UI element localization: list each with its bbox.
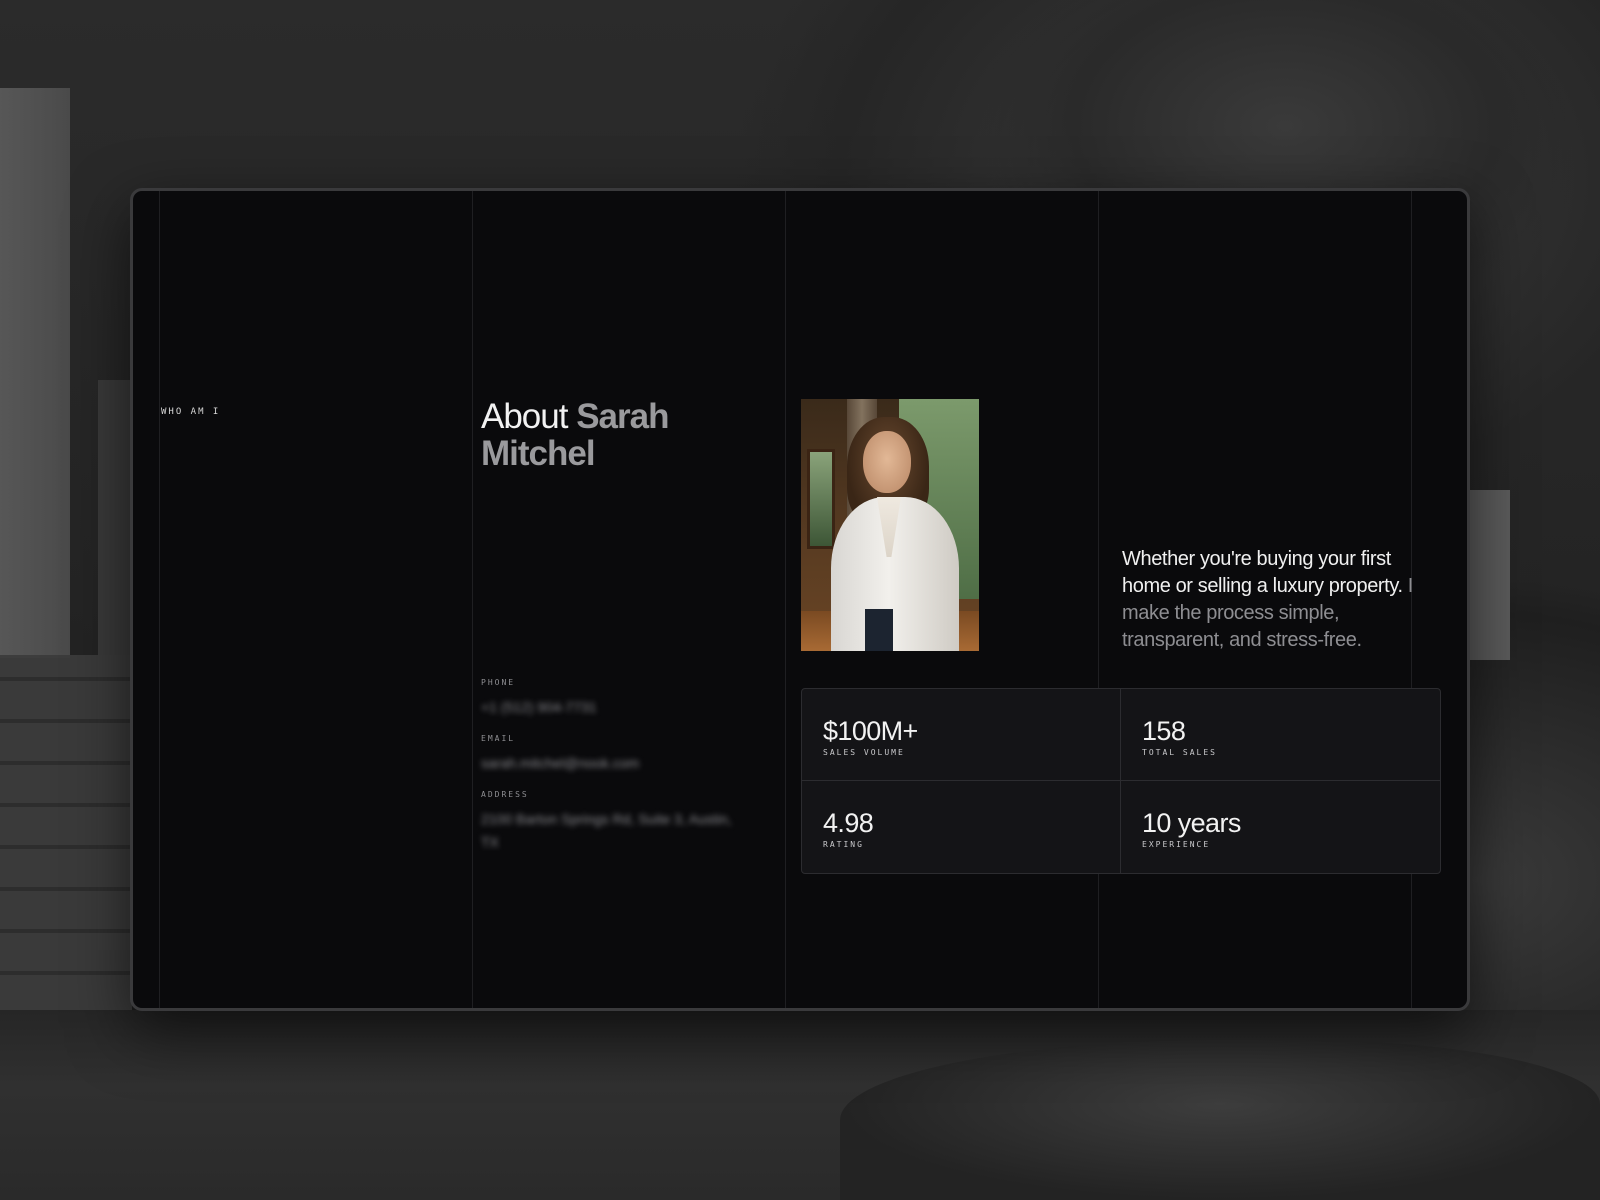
contact-phone: PHONE +1 (512) 904-7731 xyxy=(481,678,741,719)
contact-email: EMAIL sarah.mitchel@nook.com xyxy=(481,734,741,775)
stat-label: TOTAL SALES xyxy=(1142,748,1217,757)
stat-rating: 4.98 RATING xyxy=(802,781,1121,873)
stat-sales-volume: $100M+ SALES VOLUME xyxy=(802,689,1121,781)
stat-label: SALES VOLUME xyxy=(823,748,905,757)
title-strong: About xyxy=(481,397,568,436)
stat-total-sales: 158 TOTAL SALES xyxy=(1121,689,1440,781)
address-value: 2100 Barton Springs Rd, Suite 3, Austin,… xyxy=(481,811,732,850)
contact-address: ADDRESS 2100 Barton Springs Rd, Suite 3,… xyxy=(481,790,741,854)
agent-portrait-image xyxy=(801,399,979,651)
background-house-wall xyxy=(0,88,70,658)
blurb-strong: Whether you're buying your first home or… xyxy=(1122,548,1403,597)
stat-label: RATING xyxy=(823,840,864,849)
grid-guide xyxy=(472,191,473,1008)
stat-value: 4.98 xyxy=(823,808,874,838)
about-card: WHO AM I About Sarah Mitchel PHONE +1 (5… xyxy=(130,188,1470,1011)
window-icon xyxy=(807,449,835,549)
stat-label: EXPERIENCE xyxy=(1142,840,1211,849)
email-label: EMAIL xyxy=(481,734,516,743)
background-house-wall xyxy=(1470,490,1510,660)
section-eyebrow: WHO AM I xyxy=(161,407,221,417)
background-bush xyxy=(840,1040,1600,1200)
stat-value: 158 xyxy=(1142,716,1186,746)
phone-value[interactable]: +1 (512) 904-7731 xyxy=(481,696,741,719)
grid-guide xyxy=(1098,191,1099,1008)
address-label: ADDRESS xyxy=(481,790,529,799)
stat-value: $100M+ xyxy=(823,716,918,746)
face-shape xyxy=(863,431,911,493)
page-title: About Sarah Mitchel xyxy=(481,398,781,472)
stats-grid: $100M+ SALES VOLUME 158 TOTAL SALES 4.98… xyxy=(801,688,1441,874)
grid-guide xyxy=(785,191,786,1008)
grid-guide xyxy=(159,191,160,1008)
background-stone-wall xyxy=(0,655,132,1055)
stat-value: 10 years xyxy=(1142,808,1241,838)
email-value[interactable]: sarah.mitchel@nook.com xyxy=(481,752,741,775)
intro-blurb: Whether you're buying your first home or… xyxy=(1122,546,1442,654)
stat-experience: 10 years EXPERIENCE xyxy=(1121,781,1440,873)
phone-label: PHONE xyxy=(481,678,516,687)
pants-shape xyxy=(865,609,893,651)
